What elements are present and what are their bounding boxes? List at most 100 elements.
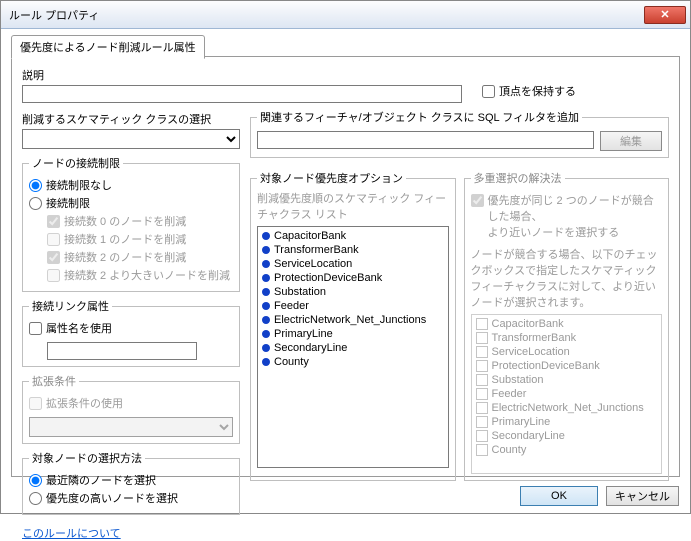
use-attr-label: 属性名を使用 — [46, 320, 112, 336]
priority-opts-legend: 対象ノード優先度オプション — [257, 170, 406, 186]
list-item[interactable]: Substation — [260, 285, 446, 299]
check-list-item: ProtectionDeviceBank — [474, 359, 660, 373]
target-sel-legend: 対象ノードの選択方法 — [29, 450, 145, 466]
filter-legend: 関連するフィーチャ/オブジェクト クラスに SQL フィルタを追加 — [257, 109, 582, 125]
bullet-icon — [262, 232, 270, 240]
close-icon: ✕ — [660, 8, 669, 21]
multi-near-check — [471, 194, 484, 207]
check-list-item: Substation — [474, 373, 660, 387]
list-item-label: Substation — [492, 374, 544, 386]
list-item-label: ElectricNetwork_Net_Junctions — [492, 402, 644, 414]
conn1-check — [47, 233, 60, 246]
conn0-check — [47, 215, 60, 228]
check-list-item: ServiceLocation — [474, 345, 660, 359]
list-item-label: ServiceLocation — [492, 346, 570, 358]
checkbox-icon — [476, 430, 488, 442]
tab-priority-node-reduce[interactable]: 優先度によるノード削減ルール属性 — [11, 35, 205, 59]
conn0-label: 接続数 0 のノードを削減 — [64, 213, 186, 229]
connection-limit-group: ノードの接続制限 接続制限なし 接続制限 接続数 0 のノードを削減 接続数 1… — [22, 155, 240, 292]
checkbox-icon — [476, 388, 488, 400]
list-item-label: TransformerBank — [492, 332, 577, 344]
checkbox-icon — [476, 416, 488, 428]
multi-sel-legend: 多重選択の解決法 — [471, 170, 565, 186]
filter-group: 関連するフィーチャ/オブジェクト クラスに SQL フィルタを追加 編集 — [250, 109, 669, 158]
ok-button[interactable]: OK — [520, 486, 598, 506]
checkbox-icon — [476, 346, 488, 358]
checkbox-icon — [476, 318, 488, 330]
priority-label: 優先度の高いノードを選択 — [46, 490, 178, 506]
use-attr-check[interactable] — [29, 322, 42, 335]
connection-limit-legend: ノードの接続制限 — [29, 155, 123, 171]
attr-name-input[interactable] — [47, 342, 197, 360]
about-rule-link[interactable]: このルールについて — [22, 528, 121, 540]
check-list-item: Feeder — [474, 387, 660, 401]
link-attr-group: 接続リンク属性 属性名を使用 — [22, 298, 240, 367]
list-item[interactable]: SecondaryLine — [260, 341, 446, 355]
bullet-icon — [262, 344, 270, 352]
priority-listbox[interactable]: CapacitorBankTransformerBankServiceLocat… — [257, 226, 449, 468]
list-item[interactable]: ProtectionDeviceBank — [260, 271, 446, 285]
list-item-label: ProtectionDeviceBank — [274, 272, 382, 284]
window-title: ルール プロパティ — [9, 7, 644, 23]
list-item[interactable]: County — [260, 355, 446, 369]
bullet-icon — [262, 288, 270, 296]
list-item-label: PrimaryLine — [492, 416, 551, 428]
target-sel-group: 対象ノードの選択方法 最近隣のノードを選択 優先度の高いノードを選択 — [22, 450, 240, 515]
list-item-label: CapacitorBank — [492, 318, 564, 330]
keep-vertices-checkbox[interactable] — [482, 85, 495, 98]
list-item[interactable]: PrimaryLine — [260, 327, 446, 341]
priority-opts-group: 対象ノード優先度オプション 削減優先度順のスケマティック フィーチャクラス リス… — [250, 170, 456, 481]
list-item[interactable]: CapacitorBank — [260, 229, 446, 243]
check-list-item: SecondaryLine — [474, 429, 660, 443]
list-item[interactable]: ElectricNetwork_Net_Junctions — [260, 313, 446, 327]
filter-edit-button: 編集 — [600, 131, 662, 151]
ext-cond-group: 拡張条件 拡張条件の使用 — [22, 373, 240, 444]
ext-use-label: 拡張条件の使用 — [46, 395, 123, 411]
list-item-label: Feeder — [274, 300, 309, 312]
list-item-label: County — [492, 444, 527, 456]
list-item-label: PrimaryLine — [274, 328, 333, 340]
conn-limit-label: 接続制限 — [46, 195, 90, 211]
list-item-label: CapacitorBank — [274, 230, 346, 242]
multi-note: ノードが競合する場合、以下のチェックボックスで指定したスケマティック フィーチャ… — [471, 246, 663, 310]
ext-use-check — [29, 397, 42, 410]
cancel-button[interactable]: キャンセル — [606, 486, 679, 506]
nearest-label: 最近隣のノードを選択 — [46, 472, 156, 488]
bullet-icon — [262, 246, 270, 254]
close-button[interactable]: ✕ — [644, 6, 686, 24]
check-list-item: County — [474, 443, 660, 457]
description-input[interactable] — [22, 85, 462, 103]
check-list-item: CapacitorBank — [474, 317, 660, 331]
conn2-check — [47, 251, 60, 264]
list-item[interactable]: ServiceLocation — [260, 257, 446, 271]
conn-more-check — [47, 269, 60, 282]
filter-input[interactable] — [257, 131, 594, 149]
multi-near-label: 優先度が同じ 2 つのノードが競合した場合、より近いノードを選択する — [488, 192, 663, 240]
list-item-label: ServiceLocation — [274, 258, 352, 270]
bullet-icon — [262, 358, 270, 366]
ext-cond-legend: 拡張条件 — [29, 373, 79, 389]
checkbox-icon — [476, 444, 488, 456]
list-item-label: Substation — [274, 286, 326, 298]
list-item[interactable]: Feeder — [260, 299, 446, 313]
description-label: 説明 — [22, 67, 462, 83]
nearest-radio[interactable] — [29, 474, 42, 487]
list-item-label: SecondaryLine — [274, 342, 347, 354]
conn-none-radio[interactable] — [29, 179, 42, 192]
conn1-label: 接続数 1 のノードを削減 — [64, 231, 186, 247]
conn-limit-radio[interactable] — [29, 197, 42, 210]
multi-sel-group: 多重選択の解決法 優先度が同じ 2 つのノードが競合した場合、より近いノードを選… — [464, 170, 670, 481]
bullet-icon — [262, 274, 270, 282]
ext-cond-select — [29, 417, 233, 437]
check-list-item: TransformerBank — [474, 331, 660, 345]
bullet-icon — [262, 260, 270, 268]
list-item[interactable]: TransformerBank — [260, 243, 446, 257]
bullet-icon — [262, 302, 270, 310]
bullet-icon — [262, 330, 270, 338]
priority-radio[interactable] — [29, 492, 42, 505]
checkbox-icon — [476, 360, 488, 372]
checkbox-icon — [476, 402, 488, 414]
schematic-select[interactable] — [22, 129, 240, 149]
bullet-icon — [262, 316, 270, 324]
list-item-label: SecondaryLine — [492, 430, 565, 442]
